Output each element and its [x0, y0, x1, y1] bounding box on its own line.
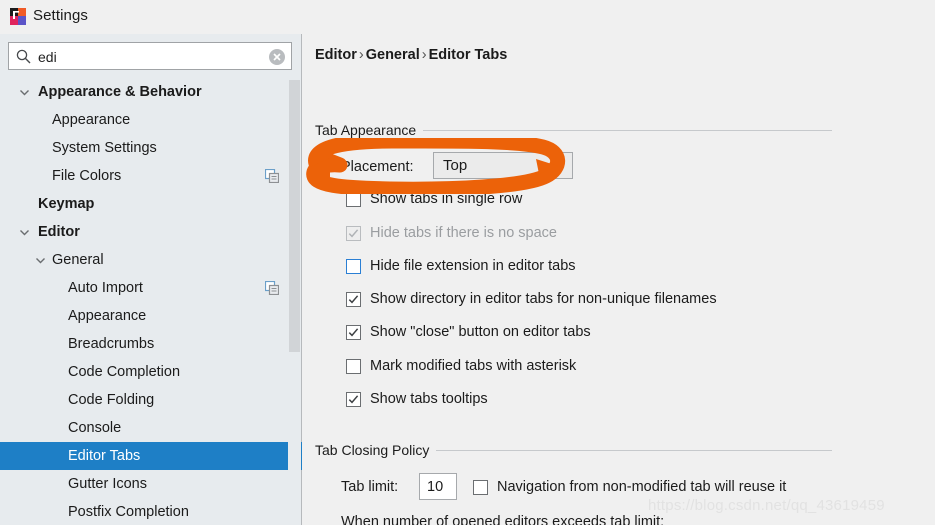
checkbox-show-directory-non-unique[interactable]: Show directory in editor tabs for non-un… [346, 291, 717, 307]
breadcrumb-separator-2: › [421, 47, 427, 63]
checkbox-mark-modified-asterisk[interactable]: Mark modified tabs with asterisk [346, 358, 576, 374]
exceeds-tab-limit-label: When number of opened editors exceeds ta… [341, 514, 665, 525]
checkbox-box[interactable] [346, 291, 361, 307]
checkbox-label: Hide file extension in editor tabs [370, 258, 576, 274]
sidebar-item-label: Appearance & Behavior [38, 84, 202, 100]
tab-closing-policy-separator [413, 450, 832, 451]
sidebar-item-label: Editor [38, 224, 80, 240]
checkbox-label: Show directory in editor tabs for non-un… [370, 291, 717, 307]
sidebar-item-label: Breadcrumbs [68, 336, 155, 352]
sidebar-item-label: General [52, 252, 104, 268]
tab-limit-label: Tab limit: [341, 479, 399, 495]
tree-scrollbar-thumb[interactable] [289, 80, 300, 352]
breadcrumb-part-editor-tabs: Editor Tabs [428, 47, 508, 63]
settings-dialog: Settings edi Appearance & Behavior Appear… [0, 0, 935, 525]
sidebar-item-file-colors[interactable]: File Colors [0, 162, 302, 190]
sidebar-item-label: Code Folding [68, 392, 155, 408]
checkbox-box[interactable] [346, 358, 361, 374]
placement-dropdown[interactable]: Top [433, 152, 573, 179]
checkbox-show-tabs-in-single-row[interactable]: Show tabs in single row [346, 191, 522, 207]
sidebar-item-postfix-completion[interactable]: Postfix Completion [0, 498, 302, 525]
sidebar-item-label: Postfix Completion [68, 504, 189, 520]
checkbox-box [346, 225, 361, 241]
clear-circle-icon[interactable] [269, 49, 285, 65]
search-input-value[interactable]: edi [38, 48, 57, 66]
sidebar-item-label: System Settings [52, 140, 157, 156]
tab-appearance-separator [398, 130, 832, 131]
checkbox-label: Show tabs tooltips [370, 391, 488, 407]
checkbox-box[interactable] [346, 324, 361, 340]
checkbox-box[interactable] [346, 191, 361, 207]
chevron-down-icon[interactable] [18, 226, 31, 239]
tab-appearance-section-title: Tab Appearance [315, 122, 424, 138]
checkbox-label: Show "close" button on editor tabs [370, 324, 591, 340]
sidebar-item-keymap[interactable]: Keymap [0, 190, 302, 218]
title-bar: Settings [0, 0, 935, 34]
checkbox-show-close-button[interactable]: Show "close" button on editor tabs [346, 324, 591, 340]
sidebar-item-gutter-icons[interactable]: Gutter Icons [0, 470, 302, 498]
sidebar-item-label: Code Completion [68, 364, 181, 380]
sidebar-item-editor-tabs[interactable]: Editor Tabs [0, 442, 302, 470]
checkbox-label: Hide tabs if there is no space [370, 225, 557, 241]
sidebar-item-label: Auto Import [68, 280, 143, 296]
search-icon [16, 49, 31, 64]
checkbox-label: Navigation from non-modified tab will re… [497, 479, 787, 495]
sidebar-item-auto-import[interactable]: Auto Import [0, 274, 302, 302]
checkbox-hide-tabs-if-no-space: Hide tabs if there is no space [346, 225, 557, 241]
sidebar-item-code-completion[interactable]: Code Completion [0, 358, 302, 386]
breadcrumb-separator-1: › [358, 47, 364, 63]
settings-tree[interactable]: Appearance & Behavior Appearance System Se… [0, 78, 302, 525]
sidebar-item-appearance-behavior[interactable]: Appearance & Behavior [0, 78, 302, 106]
checkbox-navigation-reuse-tab[interactable]: Navigation from non-modified tab will re… [473, 479, 786, 495]
checkbox-label: Mark modified tabs with asterisk [370, 358, 577, 374]
sidebar-item-label: Gutter Icons [68, 476, 147, 492]
watermark-text: https://blog.csdn.net/qq_43619459 [648, 497, 885, 514]
sidebar-item-label: File Colors [52, 168, 122, 184]
placement-label: Placement: [341, 159, 414, 175]
checkbox-box[interactable] [473, 479, 488, 495]
sidebar-item-appearance[interactable]: Appearance [0, 302, 302, 330]
sidebar-item-label: Editor Tabs [68, 448, 141, 464]
settings-navigation-panel: edi Appearance & Behavior Appearance Syste… [0, 34, 302, 525]
checkbox-hide-file-extension[interactable]: Hide file extension in editor tabs [346, 258, 576, 274]
editor-tabs-settings-panel: Editor › General › Editor Tabs Tab Appearanc… [303, 34, 935, 525]
sidebar-item-breadcrumbs[interactable]: Breadcrumbs [0, 330, 302, 358]
sidebar-item-label: Appearance [52, 112, 131, 128]
sidebar-item-label: Appearance [68, 308, 147, 324]
sidebar-item-editor[interactable]: Editor [0, 218, 302, 246]
tab-closing-policy-section-title: Tab Closing Policy [315, 442, 437, 458]
checkbox-box[interactable] [346, 258, 361, 274]
breadcrumb-part-general[interactable]: General [366, 47, 420, 63]
chevron-down-icon[interactable] [18, 86, 31, 99]
sidebar-item-console[interactable]: Console [0, 414, 302, 442]
sidebar-item-system-settings[interactable]: System Settings [0, 134, 302, 162]
sidebar-item-label: Keymap [38, 196, 95, 212]
window-title: Settings [33, 7, 88, 24]
copy-settings-icon[interactable] [264, 168, 280, 184]
chevron-down-icon[interactable] [34, 254, 47, 267]
breadcrumb: Editor › General › Editor Tabs [315, 47, 507, 63]
sidebar-item-code-folding[interactable]: Code Folding [0, 386, 302, 414]
tab-limit-input[interactable]: 10 [419, 473, 457, 500]
copy-settings-icon[interactable] [264, 280, 280, 296]
sidebar-item-label: Console [68, 420, 122, 436]
chevron-down-icon [551, 162, 563, 180]
placement-value: Top [443, 157, 468, 174]
intellij-idea-icon [10, 8, 26, 25]
sidebar-item-general[interactable]: General [0, 246, 302, 274]
checkbox-box[interactable] [346, 391, 361, 407]
checkbox-label: Show tabs in single row [370, 191, 523, 207]
search-field[interactable]: edi [8, 42, 292, 70]
checkbox-show-tabs-tooltips[interactable]: Show tabs tooltips [346, 391, 488, 407]
breadcrumb-part-editor[interactable]: Editor [315, 47, 357, 63]
sidebar-item-appearance[interactable]: Appearance [0, 106, 302, 134]
